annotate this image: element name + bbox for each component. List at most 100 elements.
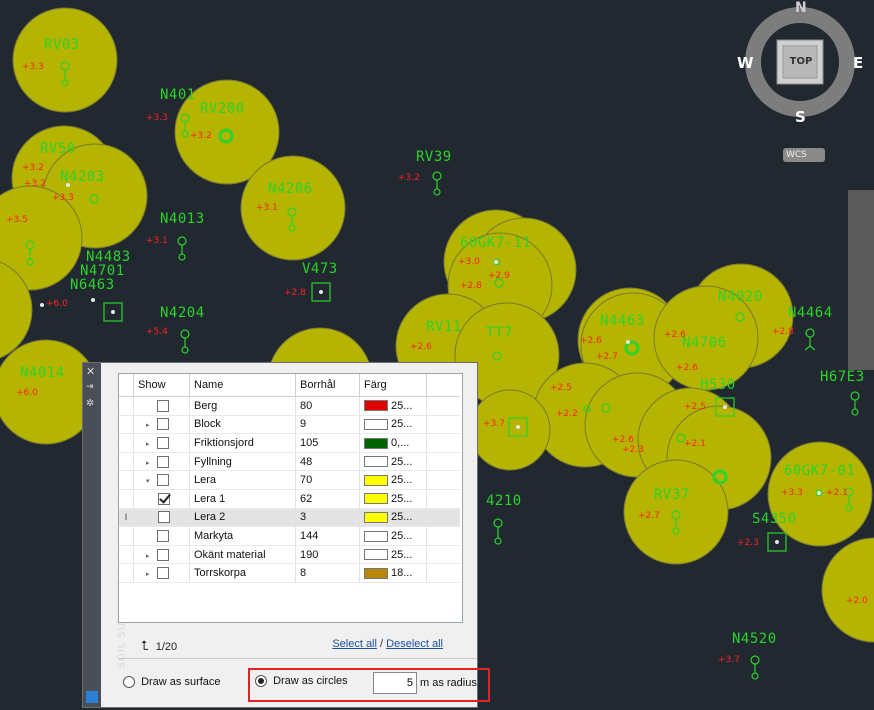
draw-as-circles-option[interactable]: Draw as circles [255,675,348,688]
table-row[interactable]: ▾ Lera 70 25... [119,470,460,490]
filler-cell [426,526,460,546]
borehole-label: N4483 [86,249,131,265]
ucs-menu-button[interactable]: WCS [786,150,807,160]
show-cell[interactable] [133,489,190,509]
count-cell: 62 [295,489,360,509]
show-cell[interactable]: ▸ [133,452,190,472]
show-checkbox[interactable] [157,548,170,561]
color-cell[interactable]: 25... [359,526,427,546]
viewcube-east[interactable]: E [853,54,863,72]
show-cell[interactable]: ▸ [133,545,190,565]
color-value: 25... [391,418,413,431]
color-swatch[interactable] [364,549,388,561]
borehole-label: N4013 [160,211,205,227]
show-checkbox[interactable] [157,455,170,468]
show-cell[interactable] [133,526,190,546]
return-arrow-icon[interactable]: ⮤ [141,638,149,653]
color-cell[interactable]: 25... [359,545,427,565]
expand-toggle-icon[interactable]: ▸ [146,552,154,560]
color-swatch[interactable] [364,511,388,523]
show-cell[interactable]: ▾ [133,470,190,490]
color-swatch[interactable] [364,400,388,412]
elevation-label: +3.2 [190,131,212,141]
borehole-label: N4204 [160,305,205,321]
show-checkbox[interactable] [157,437,170,450]
table-row[interactable]: ▸ Fyllning 48 25... [119,452,460,472]
color-cell[interactable]: 25... [359,508,427,528]
show-cell[interactable]: ▸ [133,563,190,583]
color-swatch[interactable] [364,437,388,449]
properties-icon[interactable]: ✲ [86,399,94,409]
app-logo-icon [86,691,98,703]
elevation-label: +2.1 [826,488,848,498]
show-header[interactable]: Show [133,374,190,397]
show-cell[interactable] [133,396,190,416]
table-row[interactable]: ▸ Block 9 25... [119,415,460,435]
table-row[interactable]: Berg 80 25... [119,396,460,416]
deselect-all-link[interactable]: Deselect all [386,638,443,650]
color-cell[interactable]: 25... [359,470,427,490]
borehole-label: S4350 [752,511,797,527]
color-cell[interactable]: 18... [359,563,427,583]
color-value: 25... [391,492,413,505]
count-header[interactable]: Borrhål [295,374,360,397]
show-checkbox[interactable] [157,418,170,431]
show-checkbox[interactable] [157,399,170,412]
show-cell[interactable]: ▸ [133,415,190,435]
autohide-icon[interactable]: ⇥ [86,383,94,392]
count-cell: 144 [295,526,360,546]
color-cell[interactable]: 25... [359,415,427,435]
palette-titlebar[interactable]: ✕ ⇥ ✲ SOIL SURFACES [83,363,128,707]
expand-toggle-icon[interactable]: ▾ [146,477,154,485]
color-swatch[interactable] [364,418,388,430]
expand-toggle-icon[interactable]: ▸ [146,570,154,578]
expand-toggle-icon[interactable]: ▸ [146,459,154,467]
color-swatch[interactable] [364,567,388,579]
draw-as-surface-option[interactable]: Draw as surface [123,676,221,689]
draw-as-circles-radio[interactable] [255,675,267,688]
color-swatch[interactable] [364,474,388,486]
color-cell[interactable]: 25... [359,396,427,416]
filler-cell [426,563,460,583]
viewcube-top-face[interactable]: TOP [786,56,816,67]
color-swatch[interactable] [364,493,388,505]
select-all-link[interactable]: Select all [332,638,377,650]
color-header[interactable]: Färg [359,374,427,397]
show-cell[interactable]: ▸ [133,433,190,453]
color-cell[interactable]: 0,... [359,433,427,453]
show-cell[interactable] [133,508,190,528]
show-checkbox[interactable] [157,567,170,580]
radius-unit-label: m as radius. [420,677,480,689]
show-checkbox[interactable] [158,492,170,505]
expand-toggle-icon[interactable]: ▸ [146,440,154,448]
count-cell: 9 [295,415,360,435]
color-swatch[interactable] [364,530,388,542]
viewcube-west[interactable]: W [737,54,754,72]
radius-input[interactable] [373,672,417,694]
color-cell[interactable]: 25... [359,452,427,472]
draw-as-surface-radio[interactable] [123,676,135,689]
table-row[interactable]: ▸ Friktionsjord 105 0,... [119,433,460,453]
expand-toggle-icon[interactable]: ▸ [146,421,154,429]
viewcube-north[interactable]: N [795,0,807,16]
table-row[interactable]: I Lera 2 3 25... [119,508,460,528]
borehole-label: RV200 [200,101,245,117]
borehole-label: 60GK7-01 [784,463,856,479]
show-checkbox[interactable] [157,530,170,542]
show-checkbox[interactable] [157,474,170,487]
color-swatch[interactable] [364,456,388,468]
table-row[interactable]: Lera 1 62 25... [119,489,460,509]
close-icon[interactable]: ✕ [86,366,95,377]
show-checkbox[interactable] [158,511,170,524]
row-cursor [119,396,134,416]
elevation-label: +5.4 [146,327,168,337]
table-row[interactable]: ▸ Torrskorpa 8 18... [119,563,460,583]
borehole-label: H530 [700,377,736,393]
color-cell[interactable]: 25... [359,489,427,509]
table-row[interactable]: ▸ Okänt material 190 25... [119,545,460,565]
borehole-label: 4210 [486,493,522,509]
name-header[interactable]: Name [189,374,296,397]
table-row[interactable]: Markyta 144 25... [119,526,460,546]
viewcube-south[interactable]: S [795,108,806,126]
elevation-label: +3.3 [146,113,168,123]
